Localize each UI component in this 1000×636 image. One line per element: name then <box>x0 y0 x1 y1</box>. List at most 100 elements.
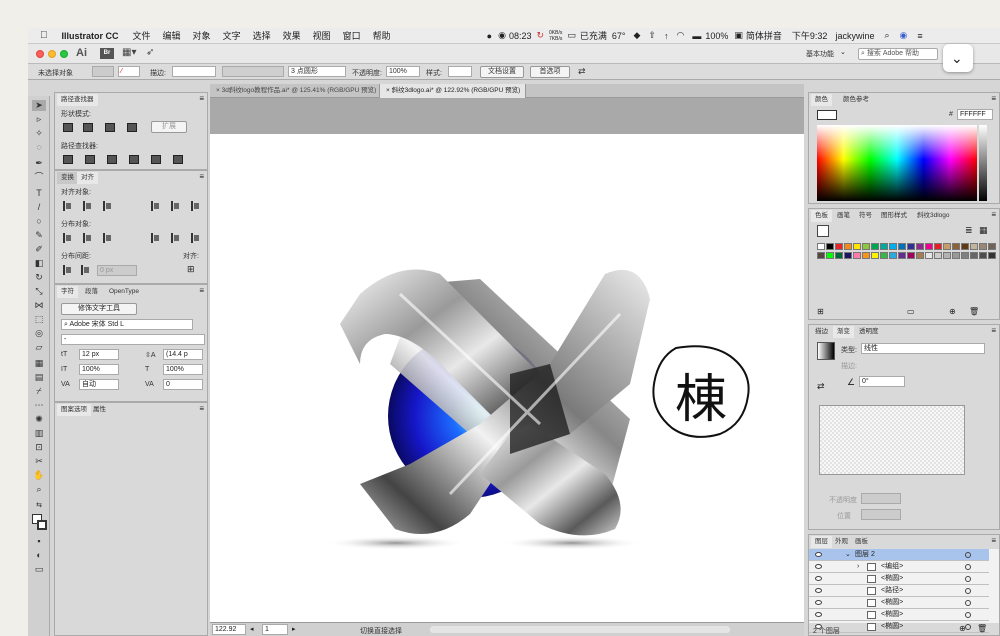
color-swatch[interactable] <box>907 243 915 250</box>
selection-tool-icon[interactable]: ➤ <box>32 100 46 111</box>
color-swatch[interactable] <box>862 252 870 259</box>
zoom-window-button[interactable] <box>60 50 68 58</box>
brush-definition[interactable]: 3 点圆形 <box>288 66 346 77</box>
ellipse-tool-icon[interactable]: ○ <box>32 216 46 227</box>
color-swatch[interactable] <box>979 243 987 250</box>
tab-swatches[interactable]: 色板 <box>811 210 832 222</box>
dist-right-icon[interactable] <box>191 233 199 243</box>
blend-tool-icon[interactable]: ⋯ <box>32 400 46 411</box>
color-swatch[interactable] <box>853 252 861 259</box>
zoom-field[interactable]: 122.92 <box>212 624 246 635</box>
input-method[interactable]: 简体拼音 <box>746 29 782 42</box>
bridge-logo[interactable]: Br <box>100 48 114 59</box>
color-swatch[interactable] <box>817 252 825 259</box>
new-color-group-icon[interactable]: ▭ <box>907 307 915 316</box>
color-swatch[interactable] <box>817 243 825 250</box>
minimize-window-button[interactable] <box>48 50 56 58</box>
free-transform-icon[interactable]: ⬚ <box>32 314 46 325</box>
angle-field[interactable]: 0° <box>859 376 905 387</box>
spacing-field[interactable]: 0 px <box>97 265 137 276</box>
screen-mode-icon[interactable]: ▭ <box>32 564 46 575</box>
tab-align[interactable]: 对齐 <box>77 172 98 184</box>
merge-icon[interactable] <box>107 155 117 164</box>
expand-icon[interactable]: ⌄ <box>845 549 851 561</box>
panel-menu-icon[interactable]: ≡ <box>199 94 204 103</box>
floating-collapse-button[interactable]: ⌄ <box>943 44 973 72</box>
color-swatch[interactable] <box>934 243 942 250</box>
sync-icon[interactable]: ↻ <box>536 30 544 41</box>
color-swatch[interactable] <box>889 252 897 259</box>
wifi-icon[interactable]: ◠ <box>677 30 685 41</box>
color-swatch[interactable] <box>853 243 861 250</box>
color-swatch[interactable] <box>871 252 879 259</box>
width-tool-icon[interactable]: ⋈ <box>32 300 46 311</box>
gpu-rocket-icon[interactable]: ➶ <box>146 47 154 58</box>
target-icon[interactable] <box>965 588 971 594</box>
help-search-box[interactable]: ⌕ 搜索 Adobe 帮助 <box>858 48 938 60</box>
close-icon[interactable]: × <box>216 87 220 94</box>
gradient-position-field[interactable] <box>861 509 901 520</box>
gradient-type-field[interactable]: 线性 <box>861 343 985 354</box>
chevron-down-icon[interactable]: ⌄ <box>840 48 846 56</box>
doc-tab-1[interactable]: × 3d斜纹logo教程作品.ai* @ 125.41% (RGB/GPU 预览… <box>210 84 380 98</box>
visibility-icon[interactable] <box>815 600 822 605</box>
panel-menu-icon[interactable]: ≡ <box>199 286 204 295</box>
expand-icon[interactable]: › <box>857 561 859 573</box>
pen-tool-icon[interactable]: ✒ <box>32 158 46 169</box>
delete-swatch-icon[interactable]: 🗑 <box>969 307 979 316</box>
unite-icon[interactable] <box>63 123 73 132</box>
visibility-icon[interactable] <box>815 612 822 617</box>
align-top-icon[interactable] <box>151 201 159 211</box>
font-size-field[interactable]: 12 px <box>79 349 119 360</box>
color-swatch[interactable] <box>961 252 969 259</box>
curvature-tool-icon[interactable]: ⌒ <box>32 172 46 183</box>
stroke-color-picker[interactable]: ⁄ <box>118 66 140 77</box>
color-swatch[interactable] <box>826 252 834 259</box>
layer-row[interactable]: <椭圆> <box>809 609 989 621</box>
fill-color-picker[interactable] <box>92 66 114 77</box>
horizontal-scale-field[interactable]: 100% <box>163 364 203 375</box>
align-vcenter-icon[interactable] <box>171 201 179 211</box>
canvas-area[interactable]: 棟 122.92 ◂ 1 ▸ 切换直接选择 <box>210 98 804 636</box>
spotlight-icon[interactable]: ⌕ <box>884 30 889 41</box>
color-swatch[interactable] <box>952 252 960 259</box>
blob-brush-icon[interactable]: ✐ <box>32 244 46 255</box>
color-swatch[interactable] <box>988 252 996 259</box>
perspective-grid-icon[interactable]: ▱ <box>32 342 46 353</box>
new-swatch-icon[interactable]: ⊕ <box>949 307 956 316</box>
shape-builder-icon[interactable]: ◎ <box>32 328 46 339</box>
color-swatch[interactable] <box>961 243 969 250</box>
color-swatch[interactable] <box>835 252 843 259</box>
arrange-icon[interactable]: ⇄ <box>578 66 586 77</box>
scale-tool-icon[interactable]: ⤡ <box>32 286 46 297</box>
tab-appearance[interactable]: 外观 <box>831 536 852 548</box>
artboard-tool-icon[interactable]: ⊡ <box>32 442 46 453</box>
gradient-opacity-field[interactable] <box>861 493 901 504</box>
color-swatch[interactable] <box>943 243 951 250</box>
swatch-library-icon[interactable]: ⊞ <box>817 307 824 316</box>
menu-object[interactable]: 对象 <box>193 29 211 42</box>
tab-transparency[interactable]: 透明度 <box>855 326 883 338</box>
tab-opentype[interactable]: OpenType <box>105 286 143 298</box>
align-left-icon[interactable] <box>63 201 71 211</box>
font-style-field[interactable]: - <box>61 334 205 345</box>
artboard-number-field[interactable]: 1 <box>262 624 288 635</box>
gradient-preview[interactable] <box>819 405 965 475</box>
artboard[interactable]: 棟 <box>210 134 804 622</box>
qq-icon[interactable]: ● <box>487 31 492 41</box>
target-icon[interactable] <box>965 624 971 630</box>
grid-view-icon[interactable]: ▦ <box>979 225 988 236</box>
panel-menu-icon[interactable]: ≡ <box>991 94 996 103</box>
dist-vcenter-icon[interactable] <box>83 233 91 243</box>
eraser-icon[interactable]: ◧ <box>32 258 46 269</box>
align-hcenter-icon[interactable] <box>83 201 91 211</box>
tab-gradient[interactable]: 渐变 <box>833 326 854 338</box>
visibility-icon[interactable] <box>815 564 822 569</box>
color-swatch[interactable] <box>889 243 897 250</box>
menu-window[interactable]: 窗口 <box>343 29 361 42</box>
panel-menu-icon[interactable]: ≡ <box>199 404 204 413</box>
line-tool-icon[interactable]: / <box>32 202 46 213</box>
list-view-icon[interactable]: ≣ <box>965 225 973 236</box>
battery-icon[interactable]: ▭ <box>567 30 576 41</box>
upload-icon[interactable]: ↑ <box>664 31 669 41</box>
